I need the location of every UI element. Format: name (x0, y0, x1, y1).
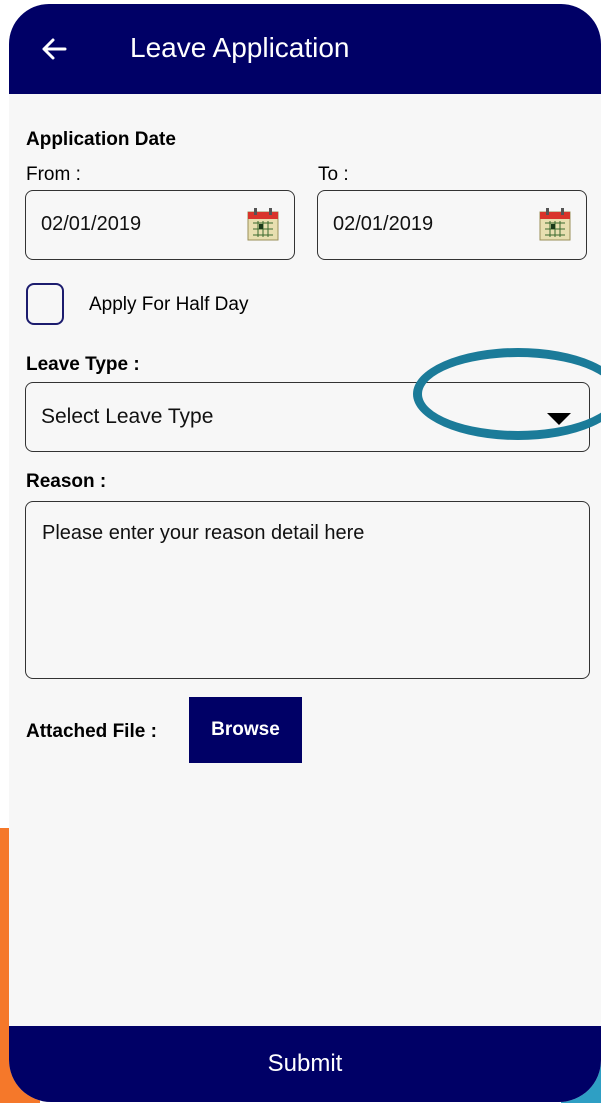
reason-textarea[interactable]: Please enter your reason detail here (25, 501, 590, 679)
from-date-value: 02/01/2019 (41, 213, 142, 235)
to-date-field[interactable]: 02/01/2019 (317, 190, 587, 260)
leave-type-selected-value: Select Leave Type (41, 405, 214, 428)
browse-button[interactable]: Browse (189, 697, 302, 763)
page-title: Leave Application (130, 32, 350, 63)
reason-placeholder: Please enter your reason detail here (42, 522, 365, 544)
reason-label: Reason : (26, 471, 107, 492)
attached-file-label: Attached File : (26, 721, 157, 742)
phone-screen: Leave Application Application Date From … (9, 4, 601, 1102)
to-date-value: 02/01/2019 (333, 213, 434, 235)
from-label: From : (26, 164, 81, 185)
leave-type-label: Leave Type : (26, 354, 140, 375)
from-date-field[interactable]: 02/01/2019 (25, 190, 295, 260)
half-day-label: Apply For Half Day (89, 294, 249, 315)
half-day-checkbox[interactable] (26, 283, 64, 325)
to-label: To : (318, 164, 349, 185)
calendar-icon[interactable] (538, 206, 572, 242)
application-date-label: Application Date (26, 129, 176, 150)
arrow-left-icon[interactable] (39, 32, 69, 66)
submit-button[interactable]: Submit (9, 1026, 601, 1102)
app-bar: Leave Application (9, 4, 601, 94)
calendar-icon[interactable] (246, 206, 280, 242)
